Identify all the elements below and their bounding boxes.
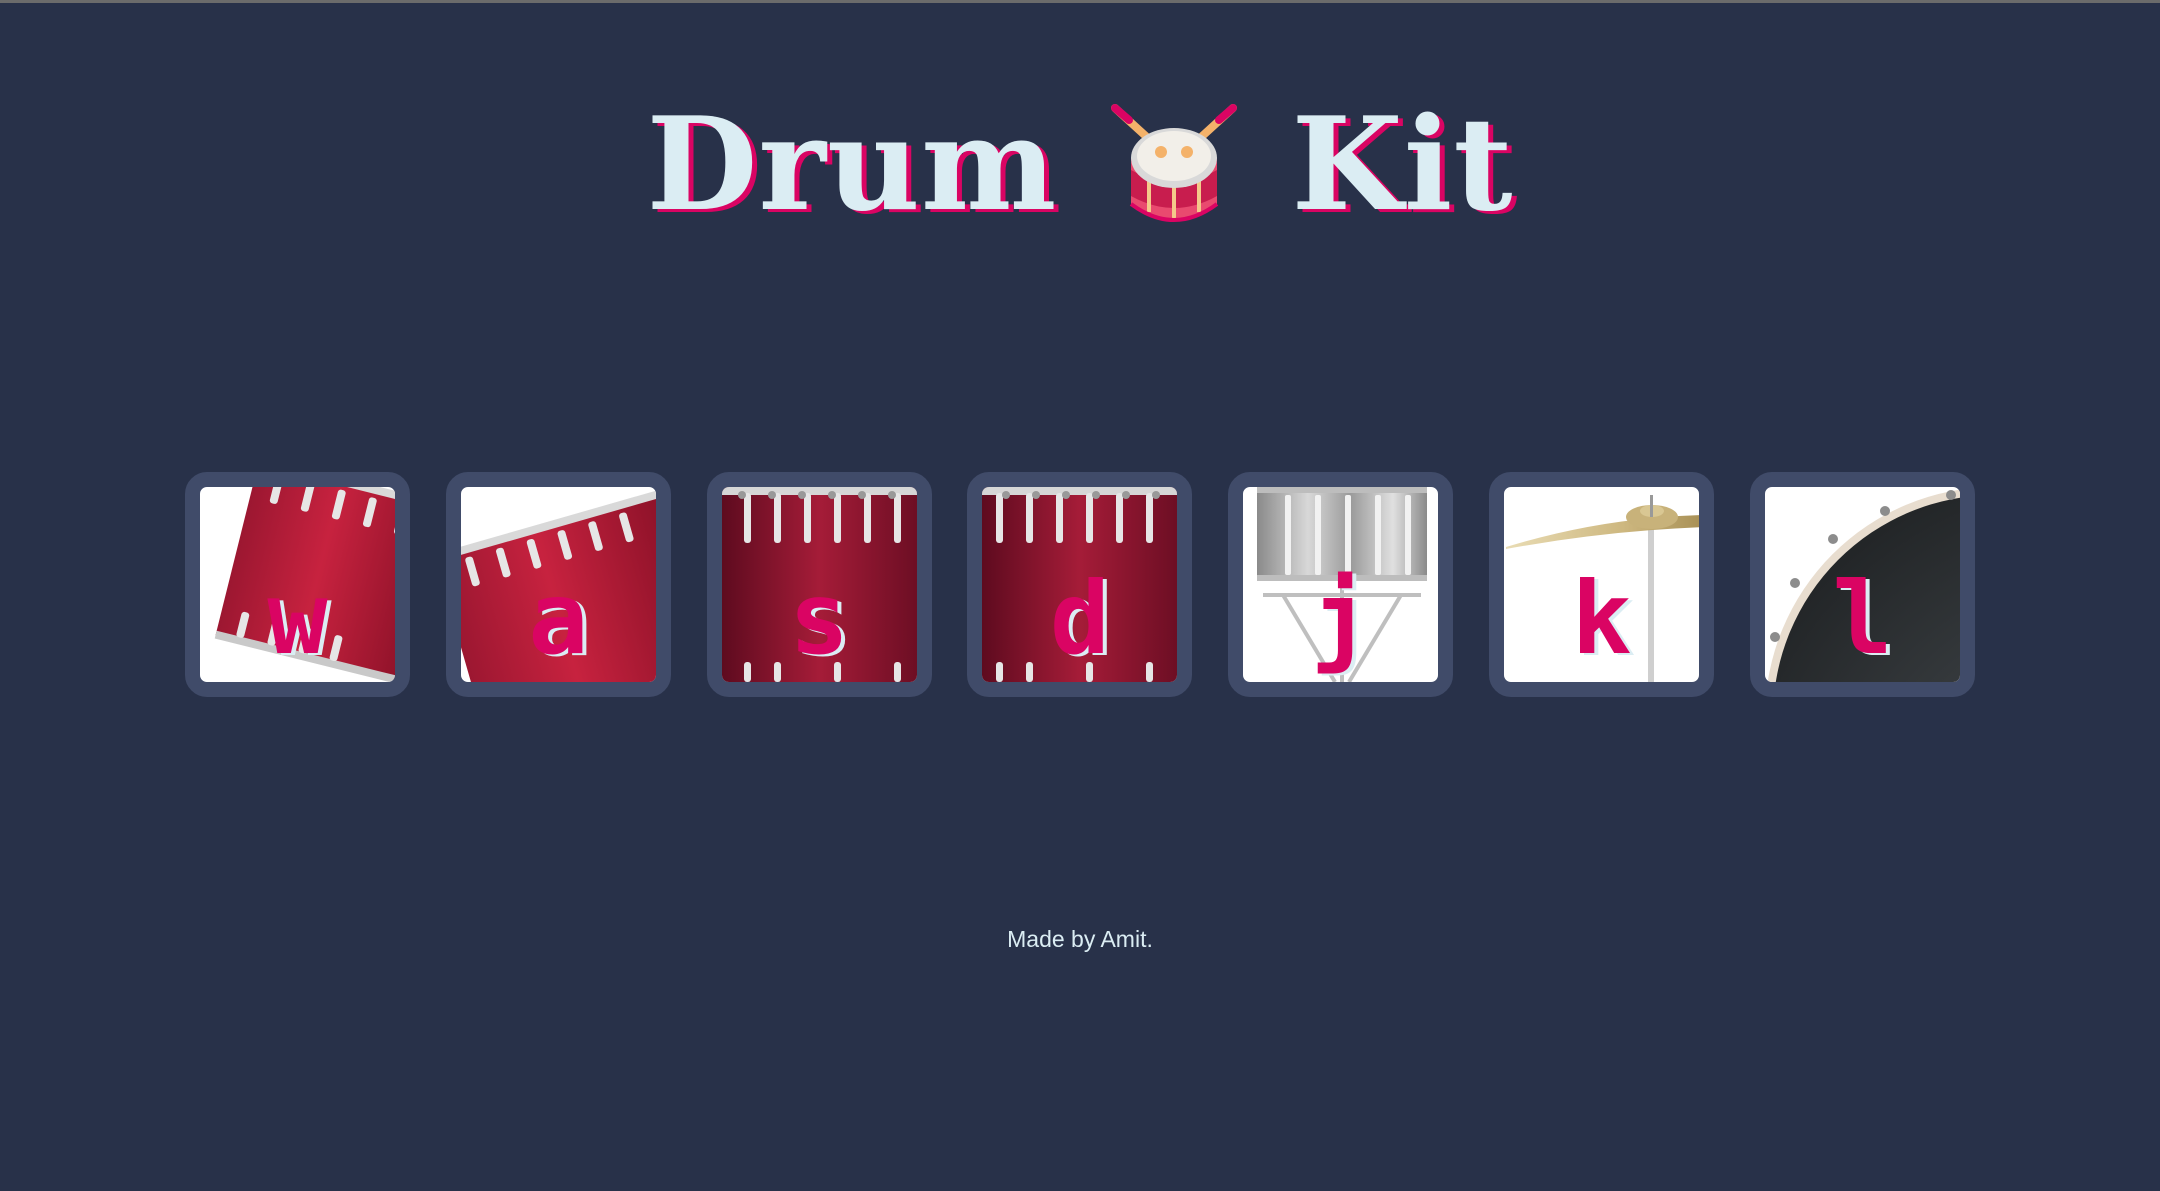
drum-icon [1111, 104, 1238, 222]
drum-key-label: d [1049, 560, 1111, 677]
drum-button-a[interactable]: a [445, 472, 671, 697]
title-word-kit: Kit [1291, 90, 1514, 240]
drum-key-label: j [1310, 560, 1371, 677]
drum-key-label: a [528, 560, 589, 677]
drum-key-label: k [1571, 560, 1632, 677]
drum-button-l[interactable]: l [1749, 472, 1975, 697]
drum-button-d[interactable]: d [967, 472, 1193, 697]
drum-key-label: w [267, 560, 328, 677]
drum-button-k[interactable]: k [1489, 472, 1715, 697]
drum-key-label: l [1832, 560, 1893, 677]
page-title: Drum Kit [0, 100, 2160, 230]
title-word-drum: Drum [646, 90, 1058, 240]
drum-button-s[interactable]: s [706, 472, 932, 697]
window-top-border [0, 0, 2160, 3]
drum-button-w[interactable]: w [185, 472, 410, 697]
drum-set: w a s d j k l [185, 472, 1975, 698]
drum-key-label: s [789, 560, 850, 677]
footer-credit: Made by Amit. [1007, 926, 1153, 952]
drum-button-j[interactable]: j [1228, 472, 1454, 697]
